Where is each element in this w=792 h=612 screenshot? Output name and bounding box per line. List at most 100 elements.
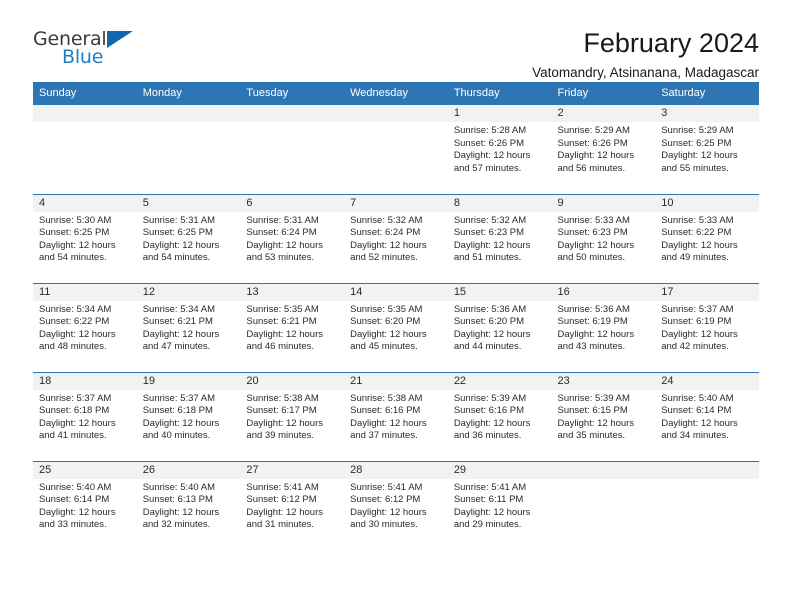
sunset-text: Sunset: 6:26 PM [453,137,525,149]
day-number: 21 [344,372,448,390]
calendar-day-cell[interactable]: 10 Sunrise: 5:33 AM Sunset: 6:22 PM Dayligh… [655,194,759,283]
calendar-cell: 10 Sunrise: 5:33 AM Sunset: 6:22 PM Dayligh… [655,193,759,283]
day-number [344,105,448,122]
day-number: 5 [136,194,241,212]
day-number: 20 [240,372,345,390]
calendar-day-cell[interactable]: 29 Sunrise: 5:41 AM Sunset: 6:11 PM Dayligh… [447,461,552,550]
daylight-text-line2: and 54 minutes. [39,252,107,264]
daylight-text-line1: Daylight: 12 hours [453,150,531,162]
daylight-text-line1: Daylight: 12 hours [350,506,427,518]
day-details: Sunrise: 5:41 AM Sunset: 6:11 PM Daylight:… [448,479,552,532]
calendar-day-cell[interactable]: 25 Sunrise: 5:40 AM Sunset: 6:14 PM Dayligh… [33,461,137,550]
calendar-cell: 11 Sunrise: 5:34 AM Sunset: 6:22 PM Dayligh… [33,282,137,372]
daylight-text-line1: Daylight: 12 hours [557,328,635,340]
day-number: 22 [447,372,552,390]
sunset-text: Sunset: 6:12 PM [350,494,421,506]
calendar-day-cell[interactable]: 23 Sunrise: 5:39 AM Sunset: 6:15 PM Dayligh… [551,372,656,461]
calendar-day-cell[interactable]: 14 Sunrise: 5:35 AM Sunset: 6:20 PM Dayligh… [344,283,448,372]
daylight-text-line2: and 48 minutes. [39,341,107,353]
day-details: Sunrise: 5:32 AM Sunset: 6:23 PM Daylight:… [448,212,552,265]
calendar-day-cell[interactable]: 12 Sunrise: 5:34 AM Sunset: 6:21 PM Dayligh… [136,283,241,372]
sunset-text: Sunset: 6:23 PM [557,227,628,239]
calendar-day-cell[interactable]: 27 Sunrise: 5:41 AM Sunset: 6:12 PM Dayligh… [240,461,345,550]
calendar-cell: 14 Sunrise: 5:35 AM Sunset: 6:20 PM Dayligh… [344,282,448,372]
calendar-header-row: Sunday Monday Tuesday Wednesday Thursday… [33,82,759,105]
calendar-cell: 15 Sunrise: 5:36 AM Sunset: 6:20 PM Dayligh… [447,282,552,372]
calendar-day-cell[interactable]: 24 Sunrise: 5:40 AM Sunset: 6:14 PM Dayligh… [655,372,759,461]
daylight-text-line1: Daylight: 12 hours [39,328,116,340]
daylight-text-line2: and 47 minutes. [142,341,211,353]
calendar-day-cell[interactable]: 28 Sunrise: 5:41 AM Sunset: 6:12 PM Dayligh… [344,461,448,550]
sunset-text: Sunset: 6:22 PM [661,227,732,239]
daylight-text-line2: and 49 minutes. [661,252,729,264]
calendar-day-cell[interactable]: 17 Sunrise: 5:37 AM Sunset: 6:19 PM Dayligh… [655,283,759,372]
calendar-cell [551,460,656,550]
calendar-day-cell[interactable]: 4 Sunrise: 5:30 AM Sunset: 6:25 PM Daylight… [33,194,137,283]
day-number [551,461,656,479]
calendar-cell: 26 Sunrise: 5:40 AM Sunset: 6:13 PM Dayligh… [136,460,241,550]
daylight-text-line1: Daylight: 12 hours [350,328,427,340]
day-details: Sunrise: 5:37 AM Sunset: 6:18 PM Daylight:… [33,390,137,443]
calendar-day-cell[interactable]: 7 Sunrise: 5:32 AM Sunset: 6:24 PM Daylight… [344,194,448,283]
calendar-day-cell[interactable]: 11 Sunrise: 5:34 AM Sunset: 6:22 PM Dayligh… [33,283,137,372]
calendar-day-cell[interactable]: 20 Sunrise: 5:38 AM Sunset: 6:17 PM Dayligh… [240,372,345,461]
daylight-text-line2: and 40 minutes. [142,430,211,442]
day-number: 9 [551,194,656,212]
daylight-text-line1: Daylight: 12 hours [453,328,531,340]
page-title: February 2024 [583,28,759,58]
day-number: 7 [344,194,448,212]
calendar-day-cell[interactable]: 22 Sunrise: 5:39 AM Sunset: 6:16 PM Dayligh… [447,372,552,461]
sunrise-text: Sunrise: 5:37 AM [39,392,112,404]
sunrise-text: Sunrise: 5:39 AM [453,392,527,404]
calendar-cell [240,105,345,194]
calendar-cell: 18 Sunrise: 5:37 AM Sunset: 6:18 PM Dayligh… [33,371,137,461]
calendar-day-cell[interactable]: 6 Sunrise: 5:31 AM Sunset: 6:24 PM Daylight… [240,194,345,283]
daylight-text-line2: and 41 minutes. [39,430,107,442]
daylight-text-line1: Daylight: 12 hours [246,417,323,429]
day-details: Sunrise: 5:30 AM Sunset: 6:25 PM Daylight:… [33,212,137,265]
sunrise-text: Sunrise: 5:41 AM [350,481,423,493]
day-details: Sunrise: 5:41 AM Sunset: 6:12 PM Daylight:… [344,479,448,532]
daylight-text-line2: and 35 minutes. [557,430,626,442]
daylight-text-line2: and 45 minutes. [350,341,418,353]
calendar-day-cell[interactable]: 26 Sunrise: 5:40 AM Sunset: 6:13 PM Dayligh… [136,461,241,550]
day-details: Sunrise: 5:36 AM Sunset: 6:20 PM Daylight:… [448,301,552,354]
calendar-cell: 13 Sunrise: 5:35 AM Sunset: 6:21 PM Dayligh… [240,282,345,372]
calendar-day-cell[interactable]: 15 Sunrise: 5:36 AM Sunset: 6:20 PM Dayligh… [447,283,552,372]
calendar-day-cell[interactable]: 2 Sunrise: 5:29 AM Sunset: 6:26 PM Daylight… [551,105,656,193]
calendar-week-row: 1 Sunrise: 5:28 AM Sunset: 6:26 PM Daylight… [33,105,759,194]
calendar-day-cell-empty [33,105,137,193]
calendar-week-row: 4 Sunrise: 5:30 AM Sunset: 6:25 PM Daylight… [33,193,759,283]
sunset-text: Sunset: 6:19 PM [557,316,628,328]
day-number: 10 [655,194,759,212]
calendar-day-cell[interactable]: 5 Sunrise: 5:31 AM Sunset: 6:25 PM Daylight… [136,194,241,283]
calendar-cell: 24 Sunrise: 5:40 AM Sunset: 6:14 PM Dayligh… [655,371,759,461]
sunset-text: Sunset: 6:23 PM [453,227,525,239]
sunrise-text: Sunrise: 5:36 AM [557,303,630,315]
calendar-day-cell[interactable]: 19 Sunrise: 5:37 AM Sunset: 6:18 PM Dayligh… [136,372,241,461]
daylight-text-line2: and 33 minutes. [39,519,107,531]
weekday-header-tuesday: Tuesday [240,82,345,105]
calendar-day-cell[interactable]: 1 Sunrise: 5:28 AM Sunset: 6:26 PM Daylight… [447,105,552,193]
calendar-day-cell[interactable]: 13 Sunrise: 5:35 AM Sunset: 6:21 PM Dayligh… [240,283,345,372]
daylight-text-line2: and 32 minutes. [142,519,211,531]
calendar-day-cell[interactable]: 3 Sunrise: 5:29 AM Sunset: 6:25 PM Daylight… [655,105,759,193]
daylight-text-line1: Daylight: 12 hours [453,239,531,251]
sunset-text: Sunset: 6:25 PM [39,227,110,239]
day-number: 27 [240,461,345,479]
day-number: 3 [655,105,759,122]
calendar-day-cell[interactable]: 18 Sunrise: 5:37 AM Sunset: 6:18 PM Dayligh… [33,372,137,461]
logo-text-blue: Blue [62,46,104,68]
general-blue-logo[interactable]: General Blue [33,28,153,74]
calendar-day-cell[interactable]: 16 Sunrise: 5:36 AM Sunset: 6:19 PM Dayligh… [551,283,656,372]
day-number: 1 [447,105,552,122]
calendar-cell: 29 Sunrise: 5:41 AM Sunset: 6:11 PM Dayligh… [447,460,552,550]
calendar-day-cell[interactable]: 9 Sunrise: 5:33 AM Sunset: 6:23 PM Daylight… [551,194,656,283]
day-details: Sunrise: 5:31 AM Sunset: 6:24 PM Daylight:… [240,212,344,265]
calendar-day-cell[interactable]: 21 Sunrise: 5:38 AM Sunset: 6:16 PM Dayligh… [344,372,448,461]
sunrise-text: Sunrise: 5:29 AM [557,125,630,136]
day-details: Sunrise: 5:36 AM Sunset: 6:19 PM Daylight:… [552,301,656,354]
daylight-text-line2: and 57 minutes. [453,162,522,174]
calendar-week-row: 25 Sunrise: 5:40 AM Sunset: 6:14 PM Dayligh… [33,460,759,550]
calendar-day-cell[interactable]: 8 Sunrise: 5:32 AM Sunset: 6:23 PM Daylight… [447,194,552,283]
